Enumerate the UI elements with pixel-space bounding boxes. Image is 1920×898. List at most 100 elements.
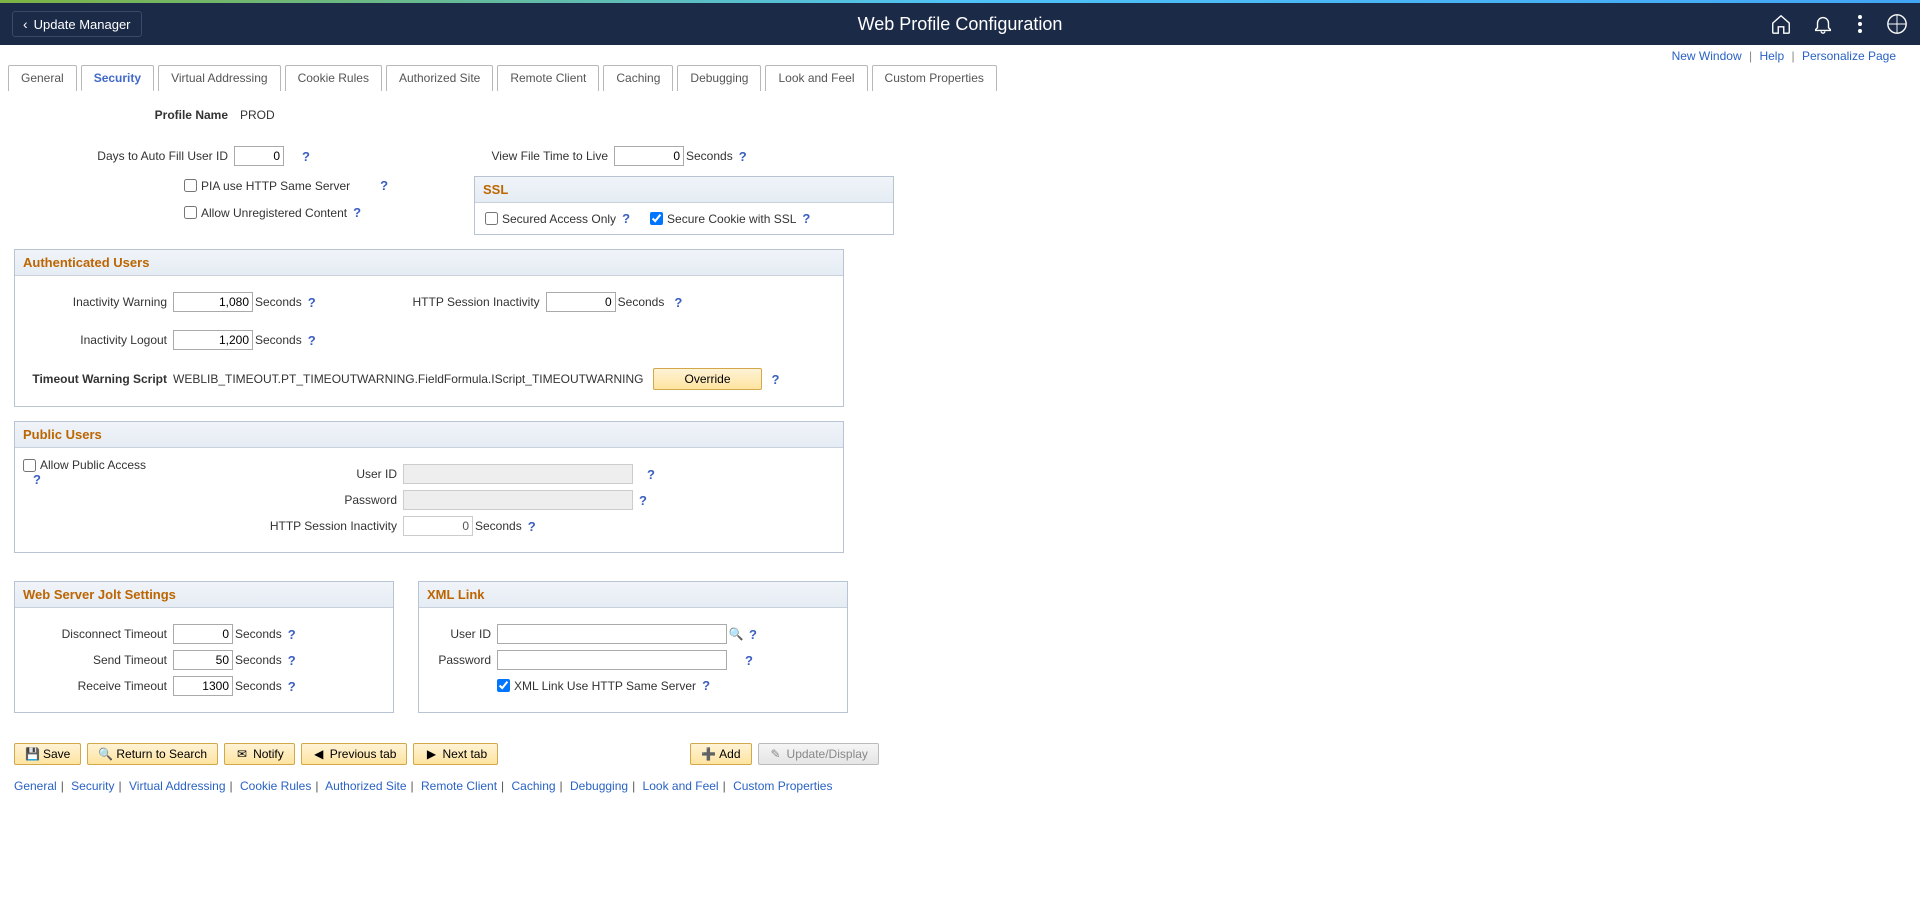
tab-look-and-feel[interactable]: Look and Feel: [765, 65, 867, 91]
link-authorized-site[interactable]: Authorized Site: [325, 779, 406, 793]
help-icon[interactable]: ?: [674, 295, 682, 310]
help-icon[interactable]: ?: [353, 205, 361, 220]
update-display-button[interactable]: ✎Update/Display: [758, 743, 879, 765]
link-remote-client[interactable]: Remote Client: [421, 779, 497, 793]
pia-same-server-checkbox[interactable]: PIA use HTTP Same Server: [184, 179, 350, 193]
xml-same-server-checkbox[interactable]: XML Link Use HTTP Same Server: [497, 679, 696, 693]
prev-icon: ◀: [312, 747, 326, 761]
inactivity-warning-label: Inactivity Warning: [23, 295, 173, 309]
public-userid-input: [403, 464, 633, 484]
help-icon[interactable]: ?: [528, 519, 536, 534]
help-icon[interactable]: ?: [288, 679, 296, 694]
save-icon: 💾: [25, 747, 39, 761]
notify-button[interactable]: ✉Notify: [224, 743, 295, 765]
link-virtual-addressing[interactable]: Virtual Addressing: [129, 779, 226, 793]
view-file-ttl-label: View File Time to Live: [474, 149, 614, 163]
xml-link-group: XML Link User ID 🔍 ? Password ?: [418, 581, 848, 713]
send-timeout-label: Send Timeout: [23, 653, 173, 667]
tab-debugging[interactable]: Debugging: [677, 65, 761, 91]
inactivity-logout-input[interactable]: [173, 330, 253, 350]
help-icon[interactable]: ?: [739, 149, 747, 164]
xml-link-title: XML Link: [419, 582, 847, 608]
help-link[interactable]: Help: [1759, 49, 1784, 63]
personalize-link[interactable]: Personalize Page: [1802, 49, 1896, 63]
save-button[interactable]: 💾Save: [14, 743, 81, 765]
help-icon[interactable]: ?: [302, 149, 310, 164]
tab-virtual-addressing[interactable]: Virtual Addressing: [158, 65, 281, 91]
tab-security[interactable]: Security: [81, 65, 154, 91]
ssl-groupbox: SSL Secured Access Only ? Secure Cookie …: [474, 176, 894, 235]
help-icon[interactable]: ?: [288, 627, 296, 642]
view-file-ttl-input[interactable]: [614, 146, 684, 166]
previous-tab-button[interactable]: ◀Previous tab: [301, 743, 408, 765]
actions-menu-icon[interactable]: [1854, 11, 1866, 37]
days-autofill-input[interactable]: [234, 146, 284, 166]
home-icon[interactable]: [1770, 13, 1792, 35]
profile-name-label: Profile Name: [14, 108, 234, 122]
lookup-icon[interactable]: 🔍: [729, 627, 743, 641]
tab-general[interactable]: General: [8, 65, 77, 91]
bottom-tab-links: General| Security| Virtual Addressing| C…: [0, 775, 1920, 813]
tab-cookie-rules[interactable]: Cookie Rules: [285, 65, 382, 91]
send-timeout-input[interactable]: [173, 650, 233, 670]
receive-timeout-label: Receive Timeout: [23, 679, 173, 693]
override-button[interactable]: Override: [653, 368, 761, 390]
new-window-link[interactable]: New Window: [1672, 49, 1742, 63]
public-users-title: Public Users: [15, 422, 843, 448]
xml-userid-input[interactable]: [497, 624, 727, 644]
link-custom-properties[interactable]: Custom Properties: [733, 779, 832, 793]
help-icon[interactable]: ?: [288, 653, 296, 668]
add-icon: ➕: [701, 747, 715, 761]
jolt-settings-group: Web Server Jolt Settings Disconnect Time…: [14, 581, 394, 713]
timeout-script-label: Timeout Warning Script: [23, 372, 173, 386]
tab-authorized-site[interactable]: Authorized Site: [386, 65, 493, 91]
http-session-input[interactable]: [546, 292, 616, 312]
nav-icon[interactable]: [1886, 13, 1908, 35]
authenticated-users-group: Authenticated Users Inactivity Warning S…: [14, 249, 844, 407]
tab-caching[interactable]: Caching: [603, 65, 673, 91]
allow-unregistered-checkbox[interactable]: Allow Unregistered Content: [184, 206, 347, 220]
link-caching[interactable]: Caching: [512, 779, 556, 793]
update-icon: ✎: [769, 747, 783, 761]
receive-timeout-input[interactable]: [173, 676, 233, 696]
back-button[interactable]: ‹ Update Manager: [12, 11, 142, 37]
help-icon[interactable]: ?: [33, 472, 41, 487]
help-icon[interactable]: ?: [622, 211, 630, 226]
xml-password-label: Password: [427, 653, 497, 667]
return-search-button[interactable]: 🔍Return to Search: [87, 743, 218, 765]
link-debugging[interactable]: Debugging: [570, 779, 628, 793]
public-http-session-input: [403, 516, 473, 536]
notify-icon: ✉: [235, 747, 249, 761]
help-icon[interactable]: ?: [749, 627, 757, 642]
disconnect-timeout-input[interactable]: [173, 624, 233, 644]
help-icon[interactable]: ?: [639, 493, 647, 508]
help-icon[interactable]: ?: [380, 178, 388, 193]
public-password-input: [403, 490, 633, 510]
help-icon[interactable]: ?: [772, 372, 780, 387]
link-cookie-rules[interactable]: Cookie Rules: [240, 779, 311, 793]
link-general[interactable]: General: [14, 779, 57, 793]
xml-password-input[interactable]: [497, 650, 727, 670]
inactivity-warning-input[interactable]: [173, 292, 253, 312]
secured-access-checkbox[interactable]: Secured Access Only: [485, 212, 616, 226]
page-action-links: New Window | Help | Personalize Page: [0, 45, 1920, 65]
tab-remote-client[interactable]: Remote Client: [497, 65, 599, 91]
link-security[interactable]: Security: [71, 779, 114, 793]
secure-cookie-checkbox[interactable]: Secure Cookie with SSL: [650, 212, 796, 226]
http-session-label: HTTP Session Inactivity: [396, 295, 546, 309]
inactivity-logout-label: Inactivity Logout: [23, 333, 173, 347]
help-icon[interactable]: ?: [308, 295, 316, 310]
help-icon[interactable]: ?: [802, 211, 810, 226]
next-tab-button[interactable]: ▶Next tab: [413, 743, 498, 765]
help-icon[interactable]: ?: [702, 678, 710, 693]
allow-public-checkbox[interactable]: Allow Public Access: [23, 458, 303, 472]
bell-icon[interactable]: [1812, 13, 1834, 35]
link-look-and-feel[interactable]: Look and Feel: [643, 779, 719, 793]
auth-users-title: Authenticated Users: [15, 250, 843, 276]
help-icon[interactable]: ?: [308, 333, 316, 348]
add-button[interactable]: ➕Add: [690, 743, 751, 765]
tab-custom-properties[interactable]: Custom Properties: [872, 65, 997, 91]
help-icon[interactable]: ?: [647, 467, 655, 482]
help-icon[interactable]: ?: [745, 653, 753, 668]
app-header: ‹ Update Manager Web Profile Configurati…: [0, 3, 1920, 45]
